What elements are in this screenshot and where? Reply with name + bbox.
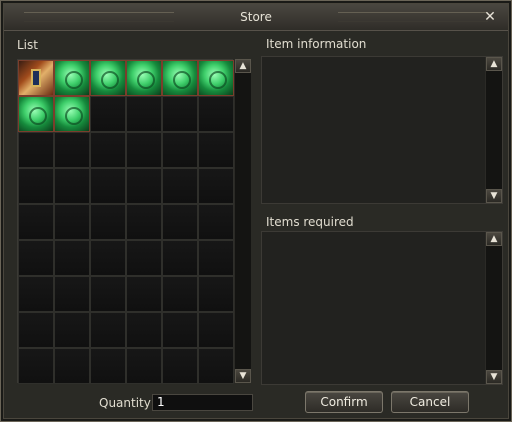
list-slot[interactable] <box>90 96 126 132</box>
items-required-panel <box>261 231 503 385</box>
list-slot[interactable] <box>162 132 198 168</box>
list-slot[interactable] <box>198 132 234 168</box>
green-scroll-icon <box>91 61 125 95</box>
confirm-button[interactable]: Confirm <box>305 391 383 413</box>
list-slot[interactable] <box>54 240 90 276</box>
list-slot[interactable] <box>198 348 234 384</box>
list-slot[interactable] <box>162 276 198 312</box>
green-scroll-icon <box>19 97 53 131</box>
list-slot[interactable] <box>90 240 126 276</box>
list-slot[interactable] <box>198 204 234 240</box>
list-slot[interactable] <box>126 276 162 312</box>
list-slot[interactable] <box>90 204 126 240</box>
green-scroll-icon <box>55 97 89 131</box>
list-slot[interactable] <box>162 204 198 240</box>
cancel-button[interactable]: Cancel <box>391 391 469 413</box>
list-slot[interactable] <box>126 204 162 240</box>
list-scrollbar[interactable]: ▲ ▼ <box>234 59 251 383</box>
list-slot[interactable] <box>18 348 54 384</box>
list-slot[interactable] <box>198 312 234 348</box>
list-slot[interactable] <box>162 240 198 276</box>
green-scroll-icon <box>55 61 89 95</box>
list-slot[interactable] <box>18 312 54 348</box>
list-slot[interactable] <box>18 240 54 276</box>
list-label: List <box>17 38 38 52</box>
items-required-scroll-down-button[interactable]: ▼ <box>486 370 502 384</box>
list-slot[interactable] <box>126 168 162 204</box>
items-required-scrollbar[interactable]: ▲ ▼ <box>485 232 502 384</box>
list-slot[interactable] <box>90 348 126 384</box>
items-required-label: Items required <box>266 215 354 229</box>
list-slot[interactable] <box>54 348 90 384</box>
list-slot[interactable] <box>54 132 90 168</box>
list-slot[interactable] <box>162 60 198 96</box>
green-scroll-icon <box>163 61 197 95</box>
list-slot[interactable] <box>162 168 198 204</box>
green-scroll-icon <box>127 61 161 95</box>
list-slot[interactable] <box>54 312 90 348</box>
window-title: Store <box>240 10 272 24</box>
list-slot[interactable] <box>126 132 162 168</box>
store-window: Store ✕ List ▲ ▼ Item information ▲ ▼ It… <box>0 0 512 422</box>
list-slot[interactable] <box>18 204 54 240</box>
list-slot[interactable] <box>18 96 54 132</box>
item-info-scroll-down-button[interactable]: ▼ <box>486 189 502 203</box>
list-slot[interactable] <box>198 240 234 276</box>
list-grid <box>17 59 234 384</box>
list-slot[interactable] <box>198 276 234 312</box>
list-slot[interactable] <box>90 168 126 204</box>
list-slot[interactable] <box>18 60 54 96</box>
list-slot[interactable] <box>18 132 54 168</box>
list-slot[interactable] <box>54 96 90 132</box>
list-scroll-down-button[interactable]: ▼ <box>235 369 251 383</box>
list-slot[interactable] <box>90 60 126 96</box>
list-slot[interactable] <box>126 96 162 132</box>
list-slot[interactable] <box>198 96 234 132</box>
quantity-label: Quantity <box>99 396 151 410</box>
list-slot[interactable] <box>90 312 126 348</box>
list-slot[interactable] <box>18 276 54 312</box>
list-slot[interactable] <box>54 276 90 312</box>
list-slot[interactable] <box>90 132 126 168</box>
list-slot[interactable] <box>126 348 162 384</box>
items-required-scroll-up-button[interactable]: ▲ <box>486 232 502 246</box>
list-slot[interactable] <box>18 168 54 204</box>
list-slot[interactable] <box>198 168 234 204</box>
list-slot[interactable] <box>162 96 198 132</box>
item-information-scrollbar[interactable]: ▲ ▼ <box>485 57 502 203</box>
list-slot[interactable] <box>198 60 234 96</box>
list-slot[interactable] <box>162 312 198 348</box>
quantity-input[interactable]: 1 <box>152 394 253 411</box>
list-slot[interactable] <box>126 240 162 276</box>
green-scroll-icon <box>199 61 233 95</box>
item-information-label: Item information <box>266 37 367 51</box>
list-slot[interactable] <box>126 312 162 348</box>
list-slot[interactable] <box>54 60 90 96</box>
list-slot[interactable] <box>90 276 126 312</box>
item-information-panel <box>261 56 503 204</box>
item-info-scroll-up-button[interactable]: ▲ <box>486 57 502 71</box>
list-slot[interactable] <box>54 168 90 204</box>
list-slot[interactable] <box>162 348 198 384</box>
list-slot[interactable] <box>126 60 162 96</box>
title-bar[interactable]: Store ✕ <box>4 4 508 31</box>
list-slot[interactable] <box>54 204 90 240</box>
banner-icon <box>19 61 53 95</box>
close-button[interactable]: ✕ <box>482 9 498 25</box>
list-scroll-up-button[interactable]: ▲ <box>235 59 251 73</box>
